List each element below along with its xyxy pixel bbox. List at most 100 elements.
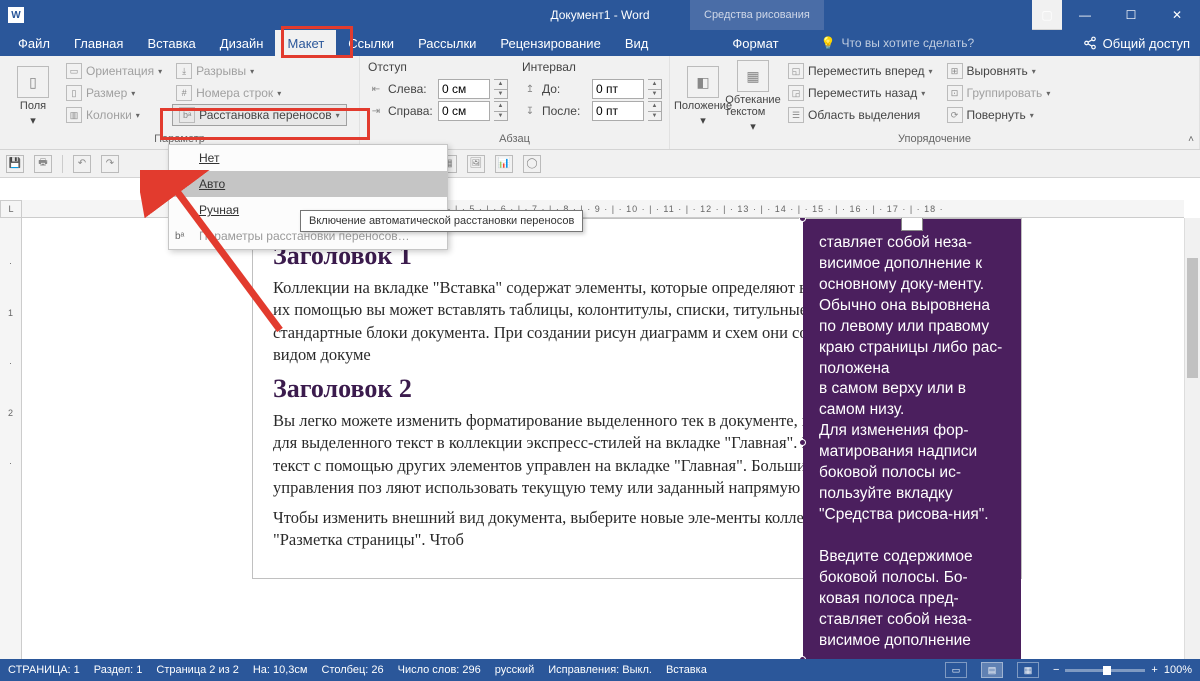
orientation-button[interactable]: ▭Ориентация▾: [62, 60, 166, 82]
share-button[interactable]: Общий доступ: [1083, 36, 1190, 51]
position-button[interactable]: ◧Положение▾: [678, 60, 728, 133]
margins-button[interactable]: ▯Поля▾: [8, 60, 58, 133]
selection-pane-icon: ☰: [788, 107, 804, 123]
status-mode[interactable]: Вставка: [666, 664, 707, 676]
line-numbers-button[interactable]: #Номера строк▾: [172, 82, 347, 104]
save-icon[interactable]: 💾: [6, 155, 24, 173]
sidebar-text-box[interactable]: ставляет собой неза-висимое дополнение к…: [803, 219, 1021, 659]
size-icon: ▯: [66, 85, 82, 101]
size-button[interactable]: ▯Размер▾: [62, 82, 166, 104]
tab-insert[interactable]: Вставка: [135, 30, 207, 56]
group-label-arrange: Упорядочение: [678, 133, 1191, 149]
spacing-after-icon: ↧: [522, 103, 538, 119]
ribbon-tabs: Файл Главная Вставка Дизайн Макет Ссылки…: [0, 30, 1200, 56]
tooltip-auto-hyphenation: Включение автоматической расстановки пер…: [300, 210, 583, 232]
position-icon: ◧: [687, 66, 719, 98]
collapse-ribbon-icon[interactable]: ˄: [1188, 134, 1194, 145]
sidebar-text: ставляет собой неза-висимое дополнение к…: [819, 233, 1005, 651]
spacing-after-spinner[interactable]: ↧После:▲▼: [522, 100, 662, 122]
document-area[interactable]: Заголовок 1 Коллекции на вкладке "Вставк…: [22, 218, 1184, 659]
orientation-icon: ▭: [66, 63, 82, 79]
shapes-icon[interactable]: ◯: [523, 155, 541, 173]
status-language[interactable]: русский: [495, 664, 534, 676]
bring-forward-icon: ◱: [788, 63, 804, 79]
indent-left-input[interactable]: [438, 79, 490, 99]
status-page[interactable]: СТРАНИЦА: 1: [8, 664, 80, 676]
resize-handle-icon[interactable]: [901, 218, 923, 231]
print-preview-icon[interactable]: 🖶: [34, 155, 52, 173]
indent-right-icon: ⇥: [368, 103, 384, 119]
tab-layout[interactable]: Макет: [275, 30, 336, 56]
breaks-button[interactable]: ⤓Разрывы▾: [172, 60, 347, 82]
spacing-heading: Интервал: [522, 60, 662, 78]
indent-right-input[interactable]: [438, 101, 490, 121]
hyphenation-dropdown: Нет ✓Авто Ручная bᵃПараметры расстановки…: [168, 144, 448, 250]
title-bar: W Документ1 - Word Средства рисования ▢ …: [0, 0, 1200, 30]
spacing-before-icon: ↥: [522, 81, 538, 97]
redo-icon[interactable]: ↷: [101, 155, 119, 173]
status-position[interactable]: На: 10,3см: [253, 664, 308, 676]
zoom-in-button[interactable]: +: [1151, 664, 1157, 676]
rotate-button[interactable]: ⟳Повернуть▾: [943, 104, 1055, 126]
view-web-layout[interactable]: ▦: [1017, 662, 1039, 678]
document-page: Заголовок 1 Коллекции на вкладке "Вставк…: [252, 218, 1022, 579]
share-icon: [1083, 36, 1097, 50]
tab-home[interactable]: Главная: [62, 30, 135, 56]
bring-forward-button[interactable]: ◱Переместить вперед▾: [784, 60, 937, 82]
send-backward-button[interactable]: ◲Переместить назад▾: [784, 82, 937, 104]
picture-icon[interactable]: 🖼: [467, 155, 485, 173]
indent-right-spinner[interactable]: ⇥Справа:▲▼: [368, 100, 508, 122]
status-word-count[interactable]: Число слов: 296: [398, 664, 481, 676]
tab-design[interactable]: Дизайн: [208, 30, 276, 56]
tab-format[interactable]: Формат: [720, 30, 790, 56]
spacing-before-spinner[interactable]: ↥До:▲▼: [522, 78, 662, 100]
checkmark-icon: ✓: [177, 178, 186, 191]
indent-left-spinner[interactable]: ⇤Слева:▲▼: [368, 78, 508, 100]
indent-heading: Отступ: [368, 60, 508, 78]
vertical-ruler[interactable]: ·1·2·: [0, 218, 22, 659]
columns-button[interactable]: ▥Колонки▾: [62, 104, 166, 126]
selection-pane-button[interactable]: ☰Область выделения: [784, 104, 937, 126]
zoom-control[interactable]: − + 100%: [1053, 664, 1192, 676]
zoom-slider[interactable]: [1065, 669, 1145, 672]
lightbulb-icon: 💡: [821, 36, 836, 50]
view-print-layout[interactable]: ▤: [981, 662, 1003, 678]
align-button[interactable]: ⊞Выровнять▾: [943, 60, 1055, 82]
hyphenation-none[interactable]: Нет: [169, 145, 447, 171]
ruler-corner: L: [0, 200, 22, 218]
spacing-before-input[interactable]: [592, 79, 644, 99]
zoom-out-button[interactable]: −: [1053, 664, 1059, 676]
maximize-button[interactable]: ☐: [1108, 0, 1154, 30]
align-icon: ⊞: [947, 63, 963, 79]
hyphenation-icon: bᵃ: [179, 107, 195, 123]
close-button[interactable]: ✕: [1154, 0, 1200, 30]
indent-left-icon: ⇤: [368, 81, 384, 97]
hyphenation-auto[interactable]: ✓Авто: [169, 171, 447, 197]
tab-mailings[interactable]: Рассылки: [406, 30, 488, 56]
ribbon-display-options-icon[interactable]: ▢: [1032, 0, 1062, 30]
tab-review[interactable]: Рецензирование: [488, 30, 612, 56]
hyphenation-button[interactable]: bᵃРасстановка переносов▾: [172, 104, 347, 126]
tell-me-search[interactable]: 💡Что вы хотите сделать?: [821, 36, 975, 50]
chart-icon[interactable]: 📊: [495, 155, 513, 173]
tab-file[interactable]: Файл: [6, 30, 62, 56]
spacing-after-input[interactable]: [592, 101, 644, 121]
tab-references[interactable]: Ссылки: [336, 30, 406, 56]
view-read-mode[interactable]: ▭: [945, 662, 967, 678]
scrollbar-thumb[interactable]: [1187, 258, 1198, 378]
breaks-icon: ⤓: [176, 63, 192, 79]
status-pages[interactable]: Страница 2 из 2: [156, 664, 238, 676]
wrap-text-icon: ▦: [737, 60, 769, 92]
status-track-changes[interactable]: Исправления: Выкл.: [548, 664, 652, 676]
vertical-scrollbar[interactable]: [1184, 218, 1200, 659]
rotate-icon: ⟳: [947, 107, 963, 123]
ribbon: ▯Поля▾ ▭Ориентация▾ ▯Размер▾ ▥Колонки▾ ⤓…: [0, 56, 1200, 150]
status-column[interactable]: Столбец: 26: [322, 664, 384, 676]
group-button[interactable]: ⊡Группировать▾: [943, 82, 1055, 104]
status-section[interactable]: Раздел: 1: [94, 664, 143, 676]
wrap-text-button[interactable]: ▦Обтекание текстом▾: [728, 60, 778, 133]
zoom-level[interactable]: 100%: [1164, 664, 1192, 676]
undo-icon[interactable]: ↶: [73, 155, 91, 173]
tab-view[interactable]: Вид: [613, 30, 661, 56]
minimize-button[interactable]: ―: [1062, 0, 1108, 30]
